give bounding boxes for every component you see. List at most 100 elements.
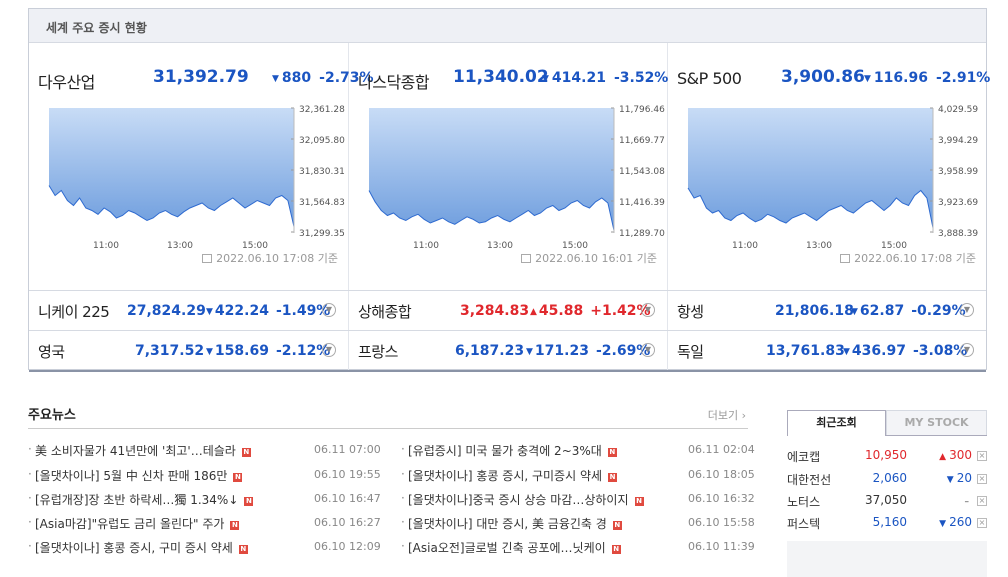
index-cell-france[interactable]: 프랑스 6,187.23 ▼ 171.23 -2.69% ▼	[349, 331, 668, 370]
index-name[interactable]: 나스닥종합	[358, 69, 430, 93]
chevron-right-icon: ›	[741, 409, 746, 422]
index-name[interactable]: 프랑스	[358, 341, 398, 362]
chevron-down-icon[interactable]: ▼	[641, 343, 655, 357]
index-name[interactable]: 다우산업	[38, 69, 95, 93]
news-date: 06.10 15:58	[688, 516, 755, 529]
news-headline[interactable]: [Asia마감]"유럽도 금리 올린다" 주가 N	[35, 515, 240, 532]
recent-stock-item[interactable]: 퍼스텍 5,160 ▼ 260 ×	[787, 515, 987, 535]
news-headline[interactable]: [유럽증시] 미국 물가 충격에 2~3%대 N	[408, 442, 617, 459]
index-cell-uk[interactable]: 영국 7,317.52 ▼ 158.69 -2.12% ▼	[29, 331, 349, 370]
news-headline-text[interactable]: [올댓차이나] 홍콩 증시, 구미 증시 약세	[35, 541, 233, 555]
index-panel-dow[interactable]: 다우산업 31,392.79 ▼ 880 -2.73% 32,361.28 32,09…	[29, 43, 374, 290]
index-panel-sp500[interactable]: S&P 500 3,900.86 ▼ 116.96 -2.91% 4,029.59 3…	[668, 43, 990, 290]
stock-name[interactable]: 에코캡	[787, 448, 820, 465]
stock-name[interactable]: 대한전선	[787, 471, 831, 488]
down-arrow-icon: ▼	[206, 307, 213, 317]
bullet-icon: ·	[401, 491, 405, 505]
chevron-down-icon[interactable]: ▼	[322, 343, 336, 357]
news-headline[interactable]: [올댓차이나] 홍콩 증시, 구미 증시 약세 N	[35, 539, 248, 556]
x-tick-label: 11:00	[732, 241, 758, 248]
news-headline-text[interactable]: [Asia오전]글로벌 긴축 공포에…닛케이	[408, 541, 606, 555]
news-headline[interactable]: [올댓차이나] 홍콩 증시, 구미증시 약세 N	[408, 467, 618, 484]
news-date: 06.10 12:09	[314, 540, 381, 553]
down-arrow-icon: ▼	[206, 347, 213, 357]
recent-stock-item[interactable]: 대한전선 2,060 ▼ 20 ×	[787, 471, 987, 491]
index-change: ▼ 62.87 -0.29%	[851, 303, 966, 319]
news-headline-text[interactable]: [올댓차이나] 홍콩 증시, 구미증시 약세	[408, 469, 602, 483]
major-index-panels: 다우산업 31,392.79 ▼ 880 -2.73% 32,361.28 32,09…	[29, 43, 990, 290]
news-headline-text[interactable]: [유럽증시] 미국 물가 충격에 2~3%대	[408, 444, 602, 458]
x-tick-label: 11:00	[413, 241, 439, 248]
change-amount: 20	[956, 471, 972, 485]
new-badge-icon: N	[607, 448, 617, 457]
index-value: 3,284.83	[460, 303, 530, 319]
down-arrow-icon: ▼	[946, 475, 954, 485]
close-icon[interactable]: ×	[977, 496, 987, 506]
change-amount: 45.88	[538, 303, 584, 319]
index-cell-shanghai[interactable]: 상해종합 3,284.83 ▲ 45.88 +1.42% ▼	[349, 291, 668, 330]
intraday-chart[interactable]: 32,361.28 32,095.80 31,830.31 31,564.83 31,2…	[29, 98, 349, 248]
news-headline[interactable]: 美 소비자물가 41년만에 '최고'…테슬라 N	[35, 442, 251, 459]
index-name[interactable]: 상해종합	[358, 301, 412, 322]
index-change: ▼ 436.97 -3.08%	[843, 343, 967, 359]
index-name[interactable]: 항셍	[677, 301, 704, 322]
more-link-label[interactable]: 더보기	[708, 409, 738, 422]
index-panel-nasdaq[interactable]: 나스닥종합 11,340.02 ▼ 414.21 -3.52% 11,796.46 1…	[349, 43, 668, 290]
news-headline[interactable]: [Asia오전]글로벌 긴축 공포에…닛케이 N	[408, 539, 621, 556]
recent-stock-item[interactable]: 노터스 37,050 – ×	[787, 493, 987, 513]
chart-area	[369, 108, 614, 231]
tab-recent[interactable]: 최근조회	[787, 410, 886, 436]
stock-name[interactable]: 노터스	[787, 493, 820, 510]
bullet-icon: ·	[28, 491, 32, 505]
down-arrow-icon: ▼	[843, 347, 850, 357]
up-arrow-icon: ▲	[530, 307, 537, 317]
bullet-icon: ·	[401, 515, 405, 529]
index-change: ▲ 45.88 +1.42%	[530, 303, 651, 319]
news-headline-text[interactable]: [유럽개장]장 초반 하락세…獨 1.34%↓	[35, 493, 238, 507]
news-headline-text[interactable]: [올댓차이나] 5월 中 신차 판매 186만	[35, 469, 227, 483]
chevron-down-icon[interactable]: ▼	[960, 343, 974, 357]
news-date: 06.11 07:00	[314, 443, 381, 456]
news-date: 06.10 16:32	[688, 492, 755, 505]
flat-icon: –	[964, 497, 970, 507]
stock-name[interactable]: 퍼스텍	[787, 515, 820, 532]
news-headline-text[interactable]: 美 소비자물가 41년만에 '최고'…테슬라	[35, 444, 236, 458]
index-name[interactable]: 니케이 225	[38, 301, 110, 322]
chevron-down-icon[interactable]: ▼	[641, 303, 655, 317]
y-tick-label: 31,299.35	[299, 229, 345, 239]
index-name[interactable]: S&P 500	[677, 69, 742, 88]
index-value: 21,806.18	[775, 303, 854, 319]
news-headline-text[interactable]: [올댓차이나]중국 증시 상승 마감…상하이지	[408, 493, 629, 507]
index-change: ▼ 414.21 -3.52%	[542, 70, 668, 86]
close-icon[interactable]: ×	[977, 474, 987, 484]
index-cell-germany[interactable]: 독일 13,761.83 ▼ 436.97 -3.08% ▼	[668, 331, 986, 370]
x-tick-label: 15:00	[242, 241, 268, 248]
tab-my-stock[interactable]: MY STOCK	[886, 410, 987, 436]
news-headline-text[interactable]: [올댓차이나] 대만 증시, 美 금융긴축 경	[408, 517, 607, 531]
close-icon[interactable]: ×	[977, 451, 987, 461]
change-amount: 260	[949, 515, 972, 529]
timestamp-text: 2022.06.10 17:08 기준	[854, 252, 976, 265]
index-cell-hangseng[interactable]: 항셍 21,806.18 ▼ 62.87 -0.29% ▼	[668, 291, 986, 330]
chevron-down-icon[interactable]: ▼	[960, 303, 974, 317]
close-icon[interactable]: ×	[977, 518, 987, 528]
chevron-down-icon[interactable]: ▼	[322, 303, 336, 317]
divider	[28, 428, 748, 429]
index-name[interactable]: 영국	[38, 341, 65, 362]
news-headline[interactable]: [유럽개장]장 초반 하락세…獨 1.34%↓ N	[35, 491, 254, 508]
y-tick-label: 11,416.39	[619, 198, 665, 208]
recent-stock-item[interactable]: 에코캡 10,950 ▲ 300 ×	[787, 448, 987, 468]
news-headline[interactable]: [올댓차이나]중국 증시 상승 마감…상하이지 N	[408, 491, 644, 508]
news-headline[interactable]: [올댓차이나] 5월 中 신차 판매 186만 N	[35, 467, 243, 484]
news-headline[interactable]: [올댓차이나] 대만 증시, 美 금융긴축 경 N	[408, 515, 622, 532]
index-name[interactable]: 독일	[677, 341, 704, 362]
intraday-chart[interactable]: 4,029.59 3,994.29 3,958.99 3,923.69 3,888.39…	[668, 98, 986, 248]
index-row: 영국 7,317.52 ▼ 158.69 -2.12% ▼ 프랑스 6,187.23…	[29, 330, 986, 372]
new-badge-icon: N	[634, 497, 644, 506]
index-cell-nikkei[interactable]: 니케이 225 27,824.29 ▼ 422.24 -1.49% ▼	[29, 291, 349, 330]
more-link[interactable]: 더보기 ›	[708, 407, 746, 423]
chart-area	[49, 108, 294, 227]
news-date: 06.11 02:04	[688, 443, 755, 456]
intraday-chart[interactable]: 11,796.46 11,669.77 11,543.08 11,416.39 11,2…	[349, 98, 668, 248]
news-headline-text[interactable]: [Asia마감]"유럽도 금리 올린다" 주가	[35, 517, 224, 531]
